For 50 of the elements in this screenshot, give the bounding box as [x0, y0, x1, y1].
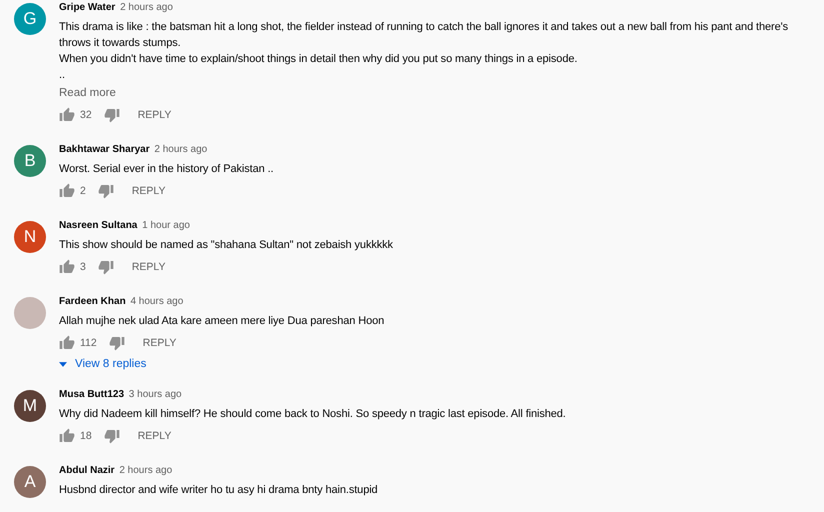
thumbs-up-icon[interactable] [59, 183, 75, 199]
comment-text: This show should be named as "shahana Sultan" not zebaish yukkkkk [59, 238, 393, 253]
thumbs-up-icon[interactable] [59, 335, 75, 351]
author-name[interactable]: Nasreen Sultana [59, 220, 138, 231]
comment-time[interactable]: 2 hours ago [119, 465, 172, 476]
avatar-circle[interactable]: B [14, 145, 46, 177]
comment-text: .. [59, 68, 66, 83]
thumbs-down-icon[interactable] [98, 183, 114, 199]
like-count: 32 [80, 109, 92, 121]
author-name[interactable]: Fardeen Khan [59, 296, 126, 307]
thumbs-down-icon[interactable] [98, 259, 114, 275]
reply-button[interactable]: REPLY [134, 428, 176, 444]
thumbs-up-icon[interactable] [59, 259, 75, 275]
author-name[interactable]: Abdul Nazir [59, 465, 115, 476]
reply-button[interactable]: REPLY [138, 335, 180, 351]
reply-button[interactable]: REPLY [134, 107, 176, 123]
thumbs-down-icon[interactable] [108, 335, 125, 351]
caret-icon [59, 362, 67, 366]
avatar-circle[interactable]: M [14, 390, 46, 422]
comment-text: Allah mujhe nek ulad Ata kare ameen mere liye Dua pareshan Hoon [59, 314, 384, 329]
comment-time[interactable]: 2 hours ago [120, 2, 173, 13]
author-name[interactable]: Musa Butt123 [59, 389, 124, 400]
comment-text: This drama is like : the batsman hit a long shot, the fielder instead of running to catch the ball ignores it and takes out a new ball from his pant and there's [59, 20, 788, 35]
like-count: 112 [80, 337, 97, 349]
comment-text: throws it towards stumps. [59, 36, 182, 51]
comment-text: When you didn't have time to explain/shoot things in detail then why did you put so many things in a episode. [59, 52, 578, 67]
comment-text: Husbnd director and wife writer ho tu asy hi drama bnty hain.stupid [59, 483, 378, 498]
read-more-link[interactable]: Read more [59, 85, 116, 101]
reply-button[interactable]: REPLY [128, 259, 170, 275]
thumbs-down-icon[interactable] [104, 428, 120, 444]
author-name[interactable]: Gripe Water [59, 2, 116, 13]
avatar-circle[interactable]: A [14, 466, 46, 498]
comment-time[interactable]: 3 hours ago [128, 389, 182, 400]
avatar-circle[interactable]: N [14, 221, 46, 253]
like-count: 18 [80, 430, 92, 442]
comment-time[interactable]: 1 hour ago [142, 220, 190, 231]
comment-time[interactable]: 4 hours ago [130, 296, 184, 307]
comment-time[interactable]: 2 hours ago [154, 144, 208, 155]
like-count: 2 [80, 185, 86, 197]
comment-text: Worst. Serial ever in the history of Pakistan .. [59, 162, 274, 177]
comment-text: Why did Nadeem kill himself? He should come back to Noshi. So speedy n tragic last episode. All finished. [59, 407, 566, 422]
avatar-photo-placeholder[interactable] [14, 297, 46, 329]
thumbs-up-icon[interactable] [59, 428, 75, 444]
author-name[interactable]: Bakhtawar Sharyar [59, 144, 150, 155]
reply-button[interactable]: REPLY [128, 183, 170, 199]
thumbs-down-icon[interactable] [104, 107, 120, 123]
thumbs-up-icon[interactable] [59, 107, 75, 123]
like-count: 3 [80, 261, 86, 273]
avatar-circle[interactable]: G [14, 3, 46, 35]
view-replies-button[interactable]: View 8 replies [59, 358, 146, 370]
